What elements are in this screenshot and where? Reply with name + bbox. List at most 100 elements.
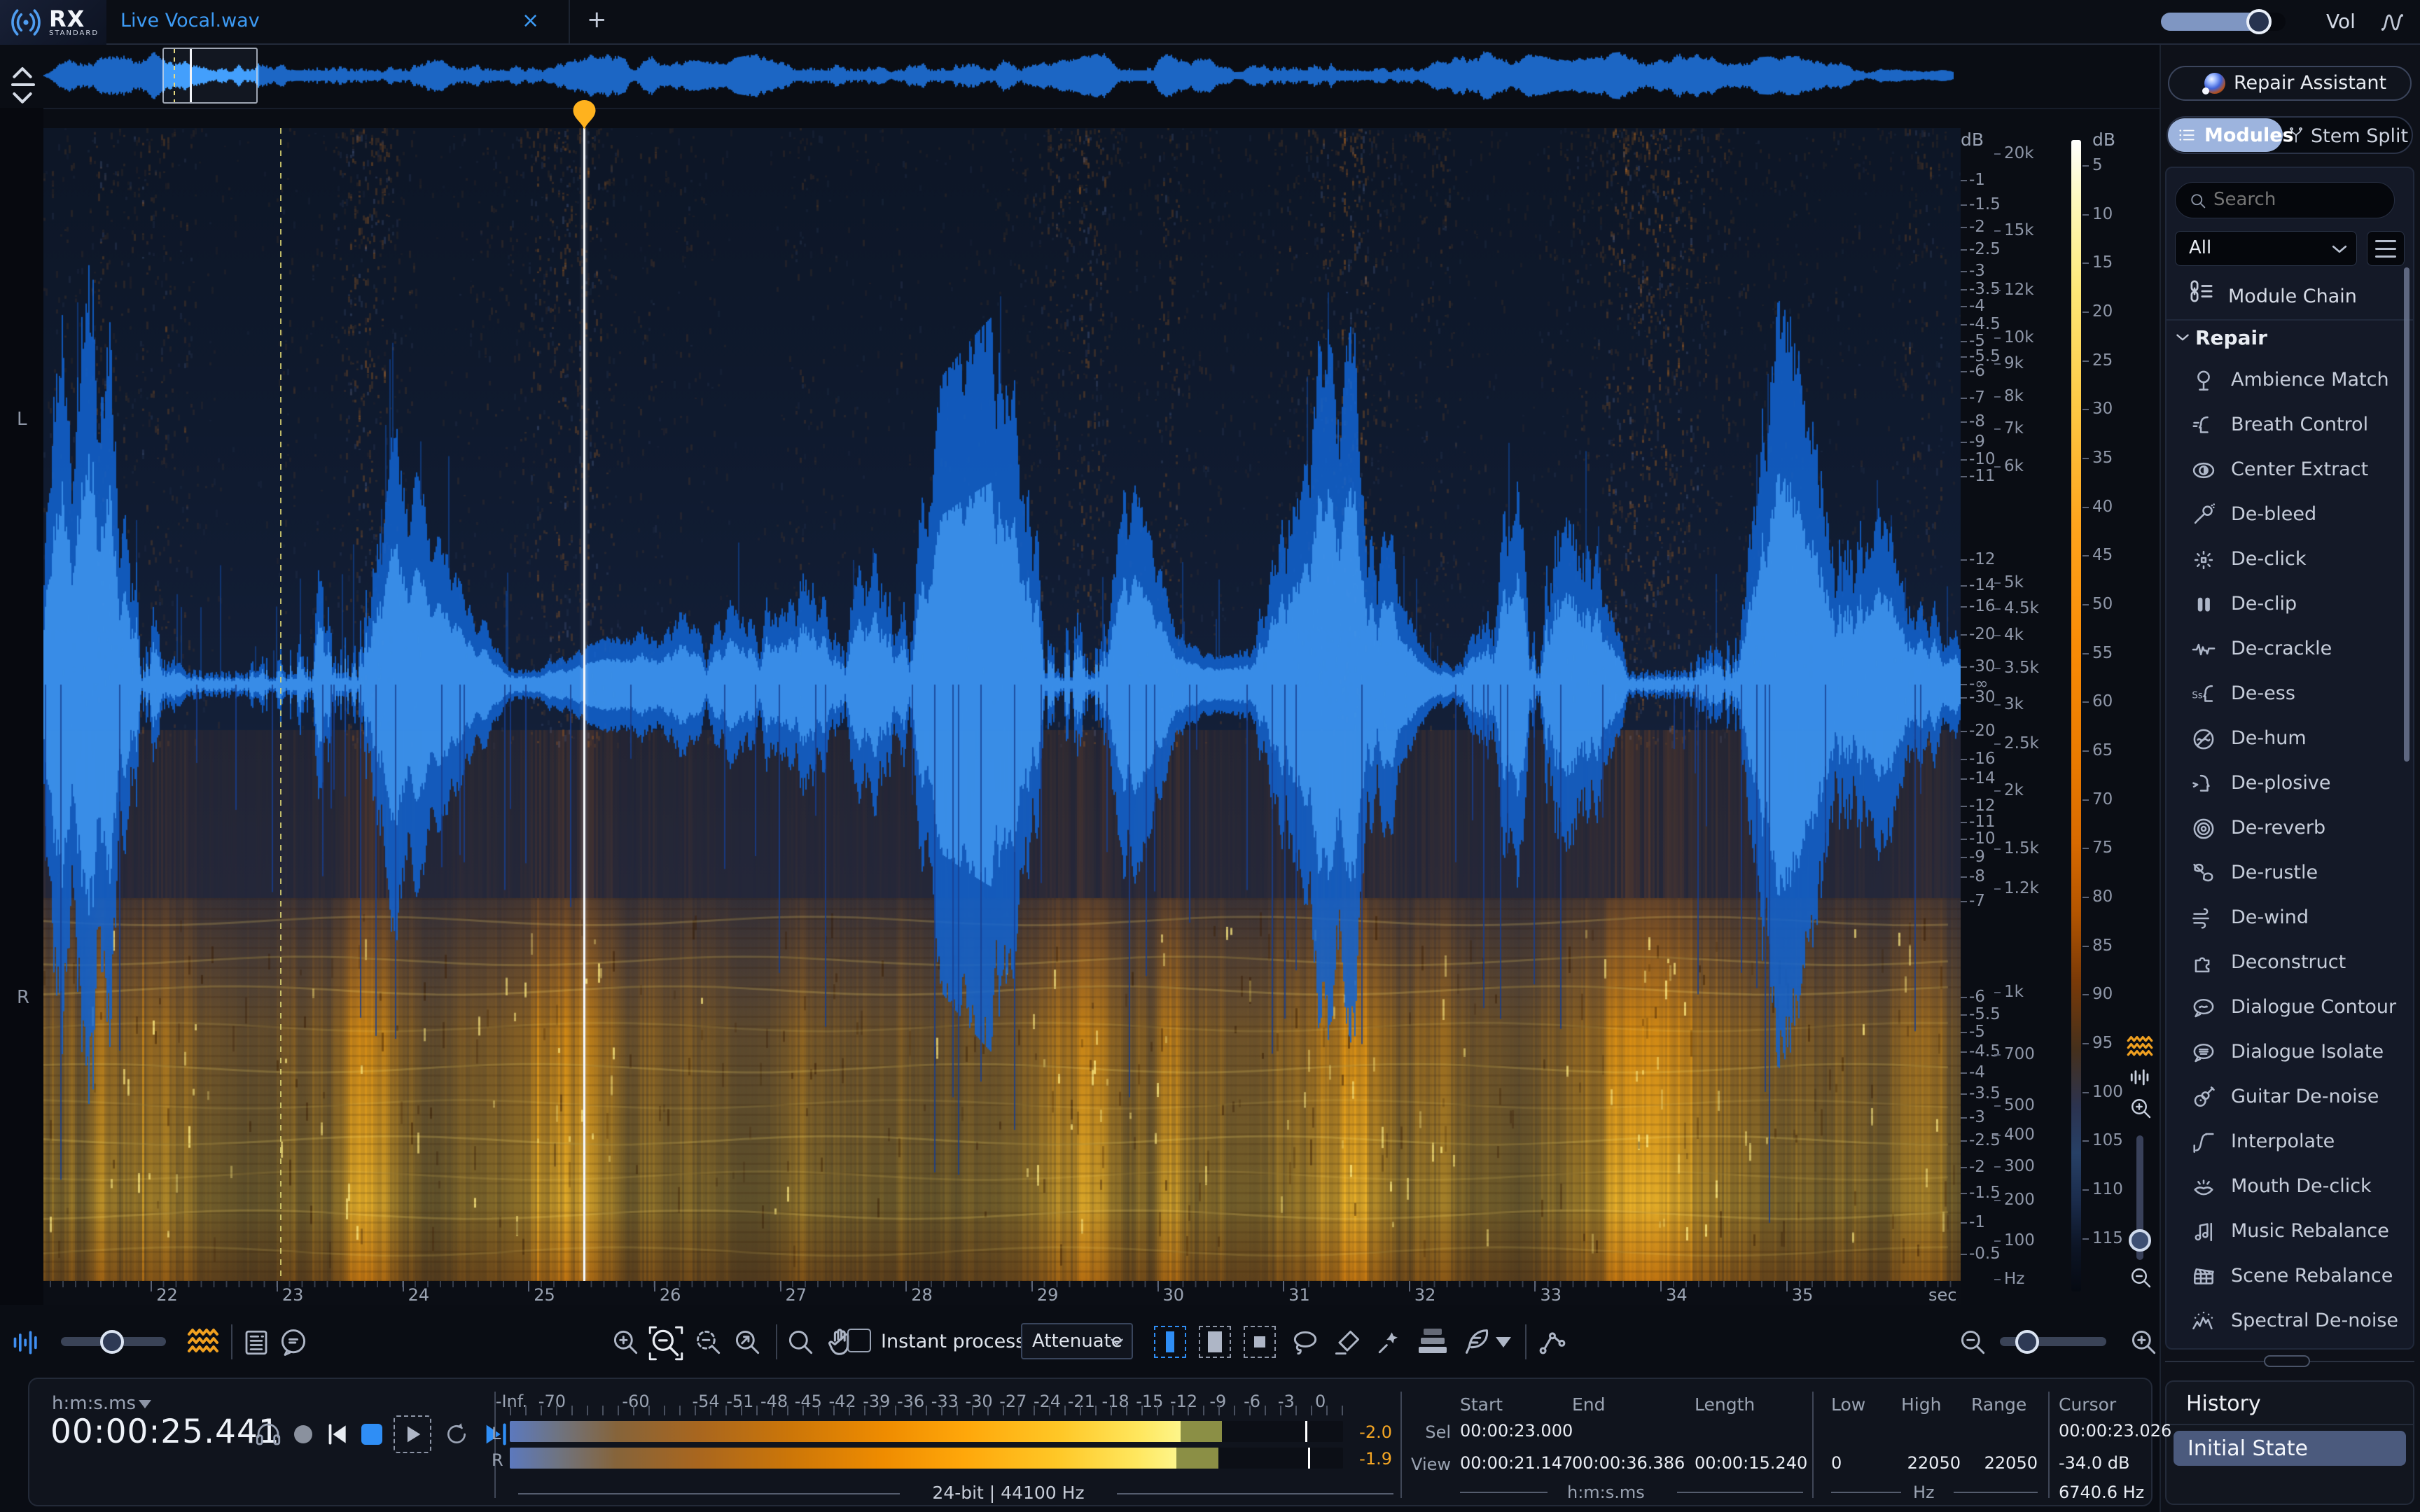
- module-item-label: Interpolate: [2231, 1130, 2335, 1152]
- history-collapse-handle[interactable]: [2264, 1355, 2310, 1367]
- zoom-fit-tool-icon[interactable]: [732, 1327, 763, 1358]
- zoom-in-tool-icon[interactable]: [611, 1327, 641, 1358]
- tab-live-vocal[interactable]: Live Vocal.wav: [120, 10, 260, 31]
- module-item-breath-control[interactable]: Breath Control: [2167, 403, 2410, 448]
- module-item-de-reverb[interactable]: De-reverb: [2167, 806, 2410, 851]
- module-item-de-crackle[interactable]: De-crackle: [2167, 627, 2410, 672]
- time-format-dropdown-icon[interactable]: [139, 1400, 151, 1408]
- repair-section-chevron-icon[interactable]: [2174, 330, 2192, 344]
- new-tab-button[interactable]: +: [587, 6, 607, 34]
- time-ruler[interactable]: 2223242526272829303132333435sec: [43, 1281, 1961, 1305]
- history-item-initial-state[interactable]: Initial State: [2174, 1431, 2406, 1466]
- module-item-spectral-de-noise[interactable]: Spectral De-noise: [2167, 1299, 2410, 1344]
- horizontal-zoom-in-icon[interactable]: [2129, 1327, 2160, 1358]
- module-item-center-extract[interactable]: Center Extract: [2167, 448, 2410, 493]
- record-button[interactable]: [294, 1425, 312, 1443]
- playhead-line[interactable]: [583, 128, 585, 1281]
- de-reverb-icon: [2190, 816, 2217, 842]
- module-item-de-wind[interactable]: De-wind: [2167, 896, 2410, 941]
- meter-bar-left: [510, 1421, 1343, 1442]
- signal-flow-icon[interactable]: [2377, 8, 2407, 36]
- overview-expand-down-icon[interactable]: [8, 90, 36, 105]
- vertical-zoom-in-icon[interactable]: [2129, 1096, 2154, 1121]
- zoom-selection-tool-icon[interactable]: [693, 1327, 724, 1358]
- tab-modules-label[interactable]: Modules: [2204, 125, 2294, 146]
- vertical-zoom-out-icon[interactable]: [2129, 1266, 2154, 1291]
- module-item-dialogue-isolate[interactable]: Dialogue Isolate: [2167, 1030, 2410, 1075]
- magnifier-tool-icon[interactable]: [786, 1327, 816, 1358]
- horizontal-zoom-out-icon[interactable]: [1958, 1327, 1989, 1358]
- stop-button[interactable]: [361, 1424, 382, 1445]
- loop-button[interactable]: [443, 1420, 471, 1448]
- module-item-scene-rebalance[interactable]: Scene Rebalance: [2167, 1254, 2410, 1299]
- time-tick-label: 35: [1792, 1285, 1814, 1305]
- module-item-de-plosive[interactable]: De-plosive: [2167, 762, 2410, 806]
- process-mode-dropdown[interactable]: Attenuate: [1021, 1323, 1133, 1359]
- overview-view-window[interactable]: [162, 48, 258, 104]
- module-item-de-rustle[interactable]: De-rustle: [2167, 851, 2410, 896]
- eraser-brush-tool-icon[interactable]: [1332, 1327, 1363, 1358]
- waveform-view-icon[interactable]: [2129, 1067, 2153, 1088]
- module-item-de-clip[interactable]: De-clip: [2167, 582, 2410, 627]
- volume-slider[interactable]: [2161, 13, 2286, 31]
- spectrogram-blend-icon[interactable]: [186, 1324, 220, 1358]
- legend-tick: [2082, 214, 2089, 216]
- overview-handle-icon[interactable]: [11, 83, 35, 86]
- overview-waveform-canvas[interactable]: [42, 46, 1954, 105]
- selection-cursor-line: [280, 128, 281, 1281]
- module-item-guitar-de-noise[interactable]: Guitar De-noise: [2167, 1075, 2410, 1120]
- module-item-de-ess[interactable]: SsDe-ess: [2167, 672, 2410, 717]
- frequency-tick-label: 3k: [2004, 694, 2024, 714]
- playhead-marker-icon[interactable]: [572, 99, 597, 130]
- spectrogram-view-icon[interactable]: [2126, 1035, 2154, 1058]
- module-item-deconstruct[interactable]: Deconstruct: [2167, 941, 2410, 986]
- module-item-de-bleed[interactable]: De-bleed: [2167, 493, 2410, 538]
- time-tick-label: 24: [408, 1285, 430, 1305]
- search-input[interactable]: [2212, 188, 2383, 211]
- magic-wand-tool-icon[interactable]: [1374, 1327, 1405, 1358]
- instant-process-checkbox[interactable]: [847, 1329, 871, 1352]
- blend-slider-knob[interactable]: [100, 1330, 124, 1354]
- spectrogram-canvas[interactable]: [43, 128, 1961, 1281]
- select-time-freq-tool[interactable]: [1154, 1326, 1186, 1358]
- lasso-tool-icon[interactable]: [1290, 1327, 1321, 1358]
- time-format-label[interactable]: h:m:s.ms: [52, 1393, 136, 1414]
- feather-tool-icon[interactable]: [1459, 1326, 1491, 1358]
- tab-stem-split[interactable]: Stem Split: [2311, 125, 2408, 147]
- select-freq-tool[interactable]: [1244, 1326, 1276, 1358]
- header-length: Length: [1695, 1394, 1755, 1415]
- notes-icon[interactable]: [242, 1327, 271, 1358]
- module-search[interactable]: [2175, 182, 2395, 218]
- module-list-scrollbar[interactable]: [2404, 267, 2409, 762]
- module-item-music-rebalance[interactable]: Music Rebalance: [2167, 1210, 2410, 1254]
- previous-button[interactable]: [324, 1421, 350, 1448]
- signal-chain-tool-icon[interactable]: [1536, 1326, 1569, 1358]
- freq-unit-label[interactable]: Hz: [1913, 1483, 1935, 1502]
- play-button[interactable]: [394, 1415, 431, 1453]
- module-chain-item[interactable]: Module Chain: [2228, 286, 2357, 307]
- preview-headphones-button[interactable]: [253, 1420, 283, 1449]
- amplitude-tick: [1961, 731, 1967, 732]
- fade-selection-tool-icon[interactable]: [1419, 1329, 1447, 1357]
- feather-options-dropdown-icon[interactable]: [1496, 1337, 1511, 1348]
- zoom-out-tool-icon-selected[interactable]: [646, 1323, 686, 1364]
- volume-knob[interactable]: [2246, 9, 2272, 34]
- overview-expand-up-icon[interactable]: [8, 64, 36, 80]
- tab-close-icon[interactable]: ×: [522, 8, 539, 33]
- comments-icon[interactable]: [278, 1327, 309, 1358]
- module-item-de-click[interactable]: De-click: [2167, 538, 2410, 582]
- repair-section-header[interactable]: Repair: [2195, 326, 2267, 349]
- select-time-tool[interactable]: [1199, 1326, 1231, 1358]
- transport-time-display[interactable]: 00:00:25.441: [50, 1413, 280, 1451]
- module-item-dialogue-contour[interactable]: Dialogue Contour: [2167, 986, 2410, 1030]
- list-options-button[interactable]: [2367, 231, 2405, 266]
- time-unit-label[interactable]: h:m:s.ms: [1567, 1483, 1645, 1502]
- module-item-mouth-de-click[interactable]: Mouth De-click: [2167, 1165, 2410, 1210]
- vertical-zoom-knob[interactable]: [2129, 1229, 2151, 1252]
- horizontal-zoom-knob[interactable]: [2015, 1330, 2039, 1354]
- waveform-blend-icon[interactable]: [11, 1327, 42, 1358]
- sel-start-value[interactable]: 00:00:23.000: [1460, 1421, 1573, 1441]
- module-item-de-hum[interactable]: De-hum: [2167, 717, 2410, 762]
- module-item-interpolate[interactable]: Interpolate: [2167, 1120, 2410, 1165]
- module-item-ambience-match[interactable]: Ambience Match: [2167, 358, 2410, 403]
